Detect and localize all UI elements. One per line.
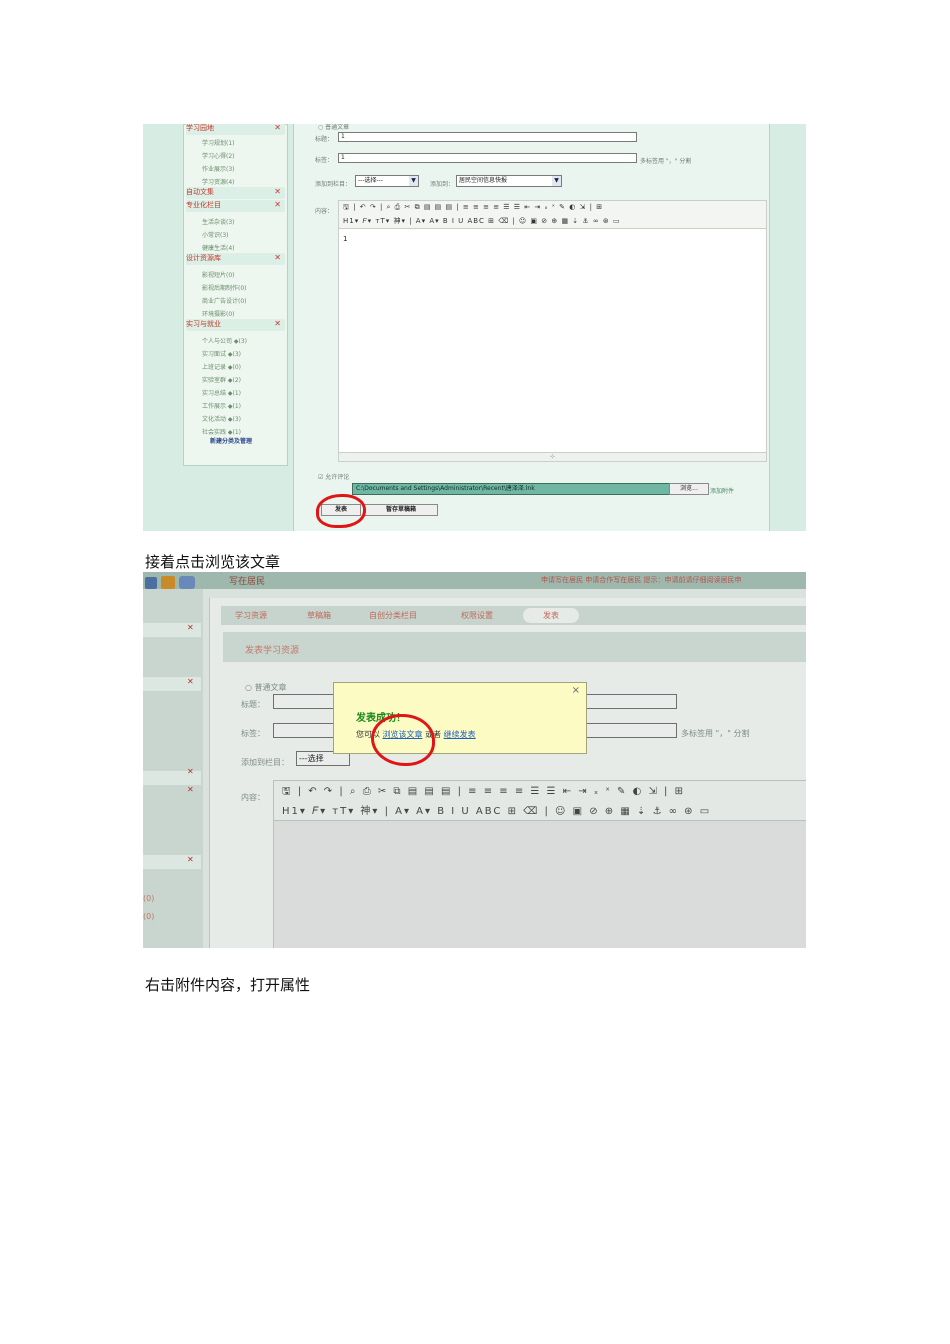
editor-text: 1: [343, 235, 348, 243]
list-item[interactable]: 学习心得(2): [202, 151, 235, 160]
browse-button[interactable]: 浏览...: [669, 483, 709, 495]
add-attachment-link[interactable]: 添加附件: [710, 486, 734, 495]
close-icon[interactable]: ✕: [274, 200, 281, 209]
list-item[interactable]: 个人与公司 ◆(3): [202, 336, 247, 345]
tag-hint: 多标签用 "，" 分割: [681, 729, 750, 738]
section-title: 发表学习资源: [245, 646, 300, 656]
close-icon[interactable]: ✕: [274, 319, 281, 328]
count-label: (0): [143, 894, 155, 903]
toolbar-row-2[interactable]: H1▾ 𝐹▾ тT▾ 神▾ | A▾ A▾ B I U ABC ⊞ ⌫ | ☺ …: [282, 802, 711, 817]
allow-comment-checkbox[interactable]: ☑ 允许评论: [318, 472, 349, 481]
tab-permissions[interactable]: 权限设置: [461, 610, 493, 621]
list-item[interactable]: 学习资源(4): [202, 177, 235, 186]
content-label: 内容：: [315, 208, 334, 215]
tab-custom-columns[interactable]: 自创分类栏目: [369, 610, 417, 621]
toolbar-row-1[interactable]: 🖫 | ↶ ↷ | ⌕ ⎙ ✂ ⧉ ▤ ▤ ▤ | ≡ ≡ ≡ ≡ ☰ ☰ ⇤ …: [343, 203, 603, 214]
red-circle-annotation: [371, 714, 435, 766]
chevron-down-icon: ▼: [409, 176, 418, 186]
count-label: (0): [143, 912, 155, 921]
tab-resources[interactable]: 学习资源: [235, 610, 267, 621]
attachment-path-field[interactable]: C:\Documents and Settings\Administrator\…: [352, 483, 671, 495]
tag-hint: 多标签用 "，" 分割: [640, 158, 692, 165]
settings-icon[interactable]: [179, 576, 195, 589]
list-item[interactable]: 商业广告设计(0): [202, 296, 247, 305]
close-icon[interactable]: ✕: [274, 124, 281, 132]
resize-handle[interactable]: ⊹: [338, 452, 767, 462]
red-circle-annotation: [316, 494, 366, 528]
screenshot-publish-form: 学习园地 ✕ 学习规划(1) 学习心得(2) 作业展示(3) 学习资源(4) 自动…: [143, 124, 806, 531]
list-item[interactable]: 学习规划(1): [202, 138, 235, 147]
category-header-study[interactable]: 学习园地 ✕: [186, 124, 285, 135]
manage-categories-link[interactable]: 新建分类及管理: [210, 436, 252, 445]
tab-bar: 学习资源 草稿箱 自创分类栏目 权限设置 发表: [221, 606, 806, 625]
toolbar-row-1[interactable]: 🖫 | ↶ ↷ | ⌕ ⎙ ✂ ⧉ ▤ ▤ ▤ | ≡ ≡ ≡ ≡ ☰ ☰ ⇤ …: [282, 784, 685, 801]
section-header: 发表学习资源: [223, 632, 806, 662]
close-icon[interactable]: ✕: [274, 253, 281, 262]
tag-label: 标签：: [241, 729, 265, 738]
tab-drafts[interactable]: 草稿箱: [307, 610, 331, 621]
list-item[interactable]: 实习总结 ◆(1): [202, 388, 241, 397]
close-icon[interactable]: ✕: [274, 187, 281, 196]
addto-select[interactable]: 居民空间信息快报 ▼: [456, 175, 562, 187]
site-title: 写在居民: [229, 577, 266, 587]
title-label: 标题：: [315, 136, 334, 143]
top-bar: 写在居民 申请写在居民 申请合作写在居民 提示：申请前请仔细阅读居民申: [143, 572, 806, 589]
list-item[interactable]: 影视后期制作(0): [202, 283, 247, 292]
screenshot-publish-success: 写在居民 申请写在居民 申请合作写在居民 提示：申请前请仔细阅读居民申 ✕ ✕ …: [143, 572, 806, 948]
close-icon[interactable]: ✕: [187, 767, 194, 776]
top-links[interactable]: 申请写在居民 申请合作写在居民 提示：申请前请仔细阅读居民申: [541, 575, 741, 585]
tag-label: 标签：: [315, 157, 334, 164]
close-icon[interactable]: ✕: [187, 623, 194, 632]
close-icon[interactable]: ✕: [187, 677, 194, 686]
tag-input[interactable]: 1: [338, 153, 637, 163]
radio-normal-article[interactable]: ○ 普通文章: [245, 682, 287, 693]
radio-normal-article[interactable]: ○ 普通文章: [318, 124, 349, 131]
editor-toolbar: 🖫 | ↶ ↷ | ⌕ ⎙ ✂ ⧉ ▤ ▤ ▤ | ≡ ≡ ≡ ≡ ☰ ☰ ⇤ …: [273, 780, 806, 822]
list-item[interactable]: 小常识(3): [202, 230, 229, 239]
caption-first: 接着点击浏览该文章: [145, 553, 281, 571]
chevron-down-icon: ▼: [552, 176, 561, 186]
column-label: 添加到栏目：: [315, 181, 352, 188]
caption-second: 右击附件内容，打开属性: [145, 976, 311, 994]
title-label: 标题：: [241, 700, 265, 709]
content-editor[interactable]: [273, 820, 806, 948]
close-icon[interactable]: ✕: [187, 785, 194, 794]
list-item[interactable]: 实习面试 ◆(3): [202, 349, 241, 358]
list-item[interactable]: 环境摄影(0): [202, 309, 235, 318]
editor-toolbar: 🖫 | ↶ ↷ | ⌕ ⎙ ✂ ⧉ ▤ ▤ ▤ | ≡ ≡ ≡ ≡ ☰ ☰ ⇤ …: [338, 200, 767, 230]
list-item[interactable]: 影视短片(0): [202, 270, 235, 279]
app-icon[interactable]: [145, 577, 157, 589]
category-header-auto[interactable]: 自动文集 ✕: [186, 187, 285, 199]
category-sidebar: ✕ ✕ ✕ ✕ ✕ (0) (0): [143, 589, 203, 948]
list-item[interactable]: 文化活动 ◆(3): [202, 414, 241, 423]
content-editor[interactable]: 1: [338, 228, 767, 454]
column-label: 添加到栏目：: [241, 758, 289, 767]
addto-label: 添加到：: [430, 181, 455, 188]
film-icon[interactable]: [161, 576, 175, 589]
close-icon[interactable]: ×: [572, 685, 580, 696]
list-item[interactable]: 健康生活(4): [202, 243, 235, 252]
content-label: 内容：: [241, 793, 265, 802]
list-item[interactable]: 上班记录 ◆(0): [202, 362, 241, 371]
list-item[interactable]: 生活杂谈(3): [202, 217, 235, 226]
category-header-special[interactable]: 专业化栏目 ✕: [186, 200, 285, 212]
close-icon[interactable]: ✕: [187, 855, 194, 864]
save-draft-button[interactable]: 暂存草稿箱: [364, 504, 438, 516]
tab-publish[interactable]: 发表: [523, 608, 579, 623]
category-header-design[interactable]: 设计资源库 ✕: [186, 253, 285, 265]
category-header-internship[interactable]: 实习与就业 ✕: [186, 319, 285, 331]
list-item[interactable]: 作业展示(3): [202, 164, 235, 173]
list-item[interactable]: 社会实践 ◆(1): [202, 427, 241, 436]
category-sidebar: 学习园地 ✕ 学习规划(1) 学习心得(2) 作业展示(3) 学习资源(4) 自动…: [183, 124, 288, 466]
list-item[interactable]: 工作展示 ◆(1): [202, 401, 241, 410]
list-item[interactable]: 实验室群 ◆(2): [202, 375, 241, 384]
continue-publish-link[interactable]: 继续发表: [444, 730, 476, 739]
title-input[interactable]: 1: [338, 132, 637, 142]
column-select[interactable]: ---选择--- ▼: [355, 175, 419, 187]
toolbar-row-2[interactable]: H1▾ 𝐹▾ тT▾ 神▾ | A▾ A▾ B I U ABC ⊞ ⌫ | ☺ …: [343, 216, 621, 226]
